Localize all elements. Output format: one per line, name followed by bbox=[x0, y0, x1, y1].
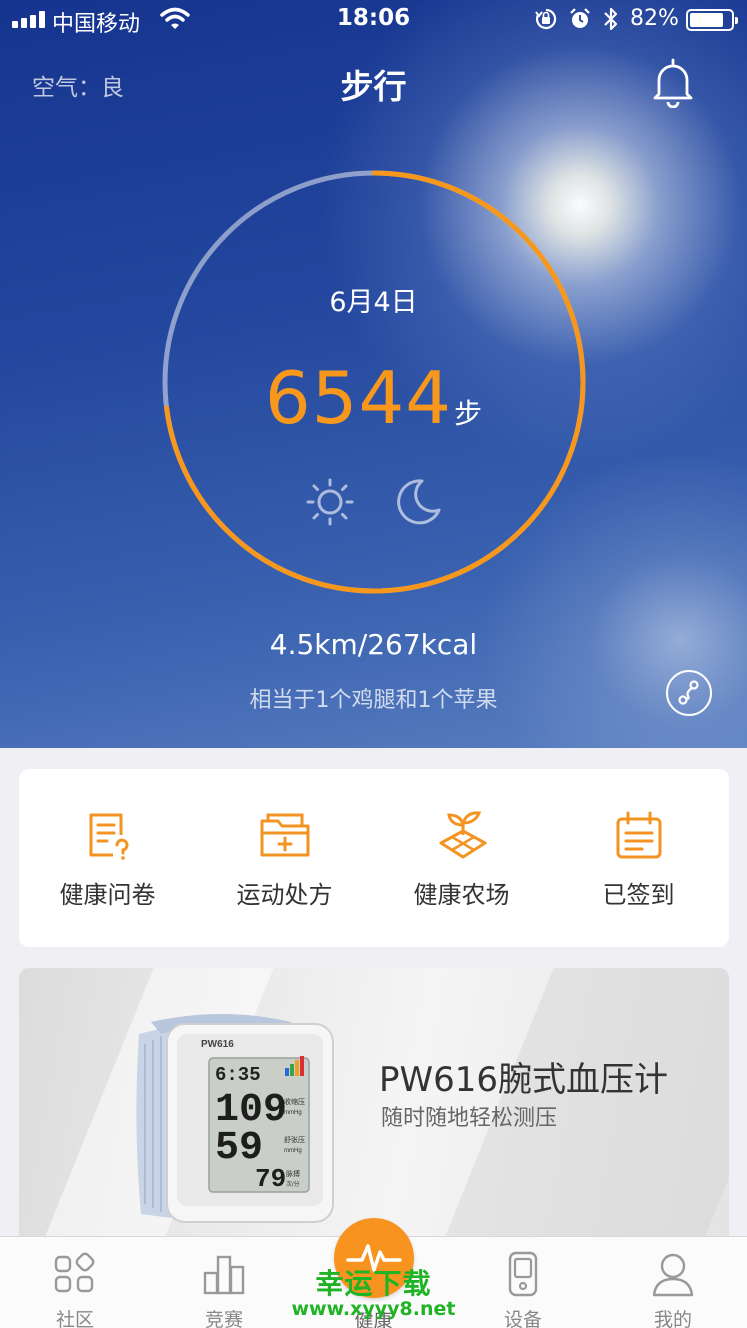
status-bar: 中国移动 18:06 82% bbox=[0, 0, 747, 40]
step-count-unit: 步 bbox=[454, 397, 483, 430]
device-systolic-unit: mmHg bbox=[284, 1110, 302, 1116]
activity-hero: 中国移动 18:06 82% 空气：良 步行 6月4日 6544步 4.5km/… bbox=[0, 0, 747, 748]
blood-pressure-monitor-image: PW616 6:35 109 收缩压 mmHg 59 舒张压 mmHg 79 脉… bbox=[136, 1014, 334, 1223]
watermark-text: 幸运下载 bbox=[315, 1267, 432, 1300]
quick-action-label: 健康农场 bbox=[413, 881, 510, 909]
device-pulse-label: 脉搏 bbox=[286, 1169, 300, 1178]
orientation-lock-icon bbox=[535, 8, 557, 30]
quick-action-farm[interactable]: 健康农场 bbox=[373, 769, 550, 947]
device-diastolic-label: 舒张压 bbox=[284, 1135, 305, 1144]
quick-action-label: 已签到 bbox=[602, 881, 675, 909]
sun-icon[interactable] bbox=[304, 476, 356, 528]
distance-calories: 4.5km/267kcal bbox=[269, 628, 478, 661]
activity-date: 6月4日 bbox=[329, 287, 418, 318]
watermark-url: www.xyyy8.net bbox=[291, 1298, 456, 1320]
quick-action-label: 运动处方 bbox=[236, 881, 333, 909]
farm-sprout-icon bbox=[439, 811, 487, 859]
checkin-calendar-icon bbox=[616, 811, 662, 859]
calorie-equivalent: 相当于1个鸡腿和1个苹果 bbox=[249, 688, 498, 713]
step-count-value: 6544 bbox=[264, 356, 453, 440]
quick-action-label: 健康问卷 bbox=[59, 881, 156, 909]
route-button[interactable] bbox=[666, 670, 712, 716]
quick-action-questionnaire[interactable]: 健康问卷 bbox=[19, 769, 196, 947]
bell-icon[interactable] bbox=[650, 56, 696, 108]
product-banner[interactable]: PW616 6:35 109 收缩压 mmHg 59 舒张压 mmHg 79 脉… bbox=[19, 968, 729, 1238]
battery-icon bbox=[686, 9, 738, 31]
quick-action-prescription[interactable]: 运动处方 bbox=[196, 769, 373, 947]
device-systolic-label: 收缩压 bbox=[284, 1097, 305, 1106]
page-title: 步行 bbox=[340, 67, 407, 106]
battery-percent: 82% bbox=[630, 6, 679, 31]
quick-action-checkin[interactable]: 已签到 bbox=[550, 769, 727, 947]
device-time: 6:35 bbox=[215, 1064, 261, 1086]
step-count: 6544步 bbox=[0, 356, 747, 440]
moon-icon[interactable] bbox=[392, 476, 444, 528]
banner-subtitle: 随时随地轻松测压 bbox=[381, 1106, 558, 1131]
device-pulse: 79 bbox=[255, 1164, 286, 1194]
device-diastolic-unit: mmHg bbox=[284, 1148, 302, 1154]
questionnaire-icon bbox=[89, 813, 129, 860]
alarm-icon bbox=[570, 8, 590, 28]
quick-actions-card: 健康问卷 运动处方 健康农场 已签到 bbox=[19, 769, 729, 947]
prescription-folder-icon bbox=[260, 813, 310, 857]
device-pulse-unit: 次/分 bbox=[286, 1180, 300, 1188]
banner-title: PW616腕式血压计 bbox=[379, 1060, 669, 1100]
route-icon bbox=[678, 680, 699, 705]
device-model: PW616 bbox=[201, 1039, 234, 1050]
bluetooth-icon bbox=[604, 7, 618, 31]
